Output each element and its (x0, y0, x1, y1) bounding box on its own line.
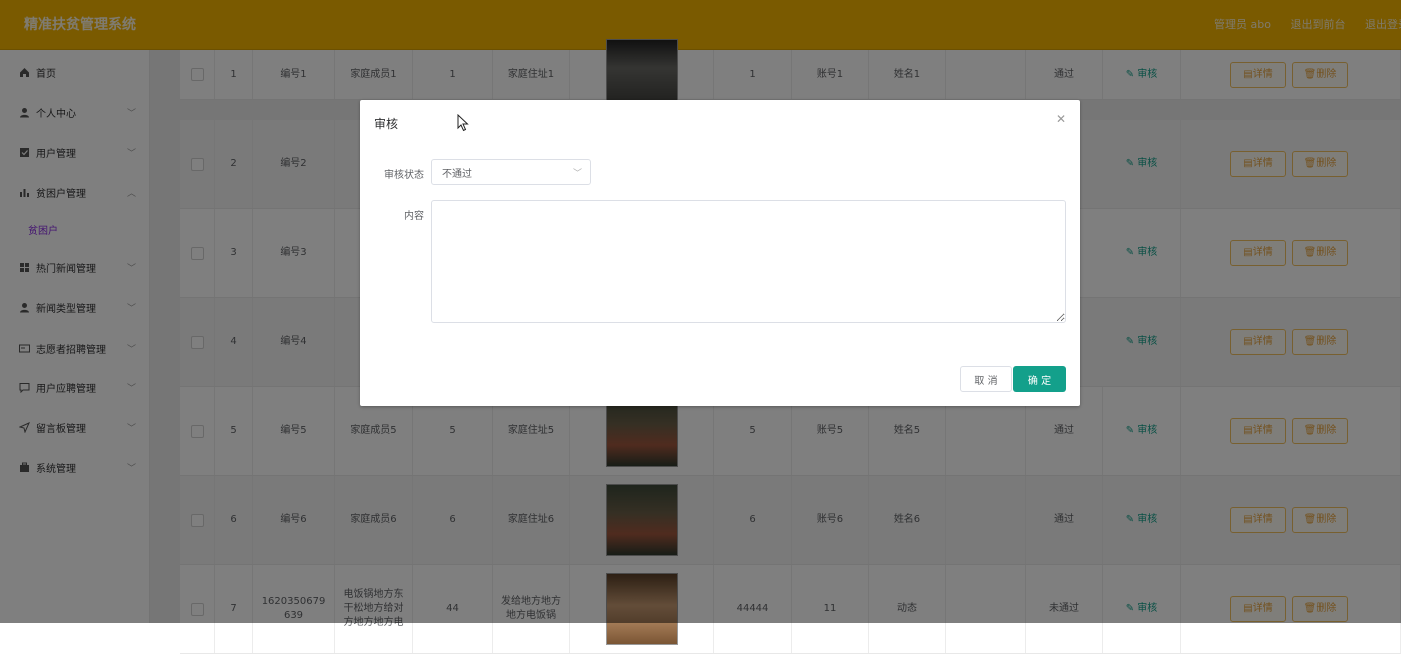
chevron-down-icon: ﹀ (572, 169, 582, 179)
audit-status-value: 不通过 (442, 168, 472, 180)
close-icon[interactable]: ✕ (1056, 112, 1066, 126)
cancel-button[interactable]: 取 消 (960, 366, 1012, 392)
dialog-title: 审核 (374, 117, 399, 131)
audit-dialog: 审核 ✕ 审核状态 不通过 ﹀ 内容 取 消 确 定 (360, 100, 1080, 406)
mouse-cursor-icon (457, 114, 469, 132)
audit-status-label: 审核状态 (384, 170, 424, 181)
audit-status-select[interactable]: 不通过 ﹀ (431, 159, 591, 185)
content-label: 内容 (404, 211, 424, 222)
confirm-button[interactable]: 确 定 (1013, 366, 1066, 392)
content-textarea[interactable] (431, 200, 1066, 323)
